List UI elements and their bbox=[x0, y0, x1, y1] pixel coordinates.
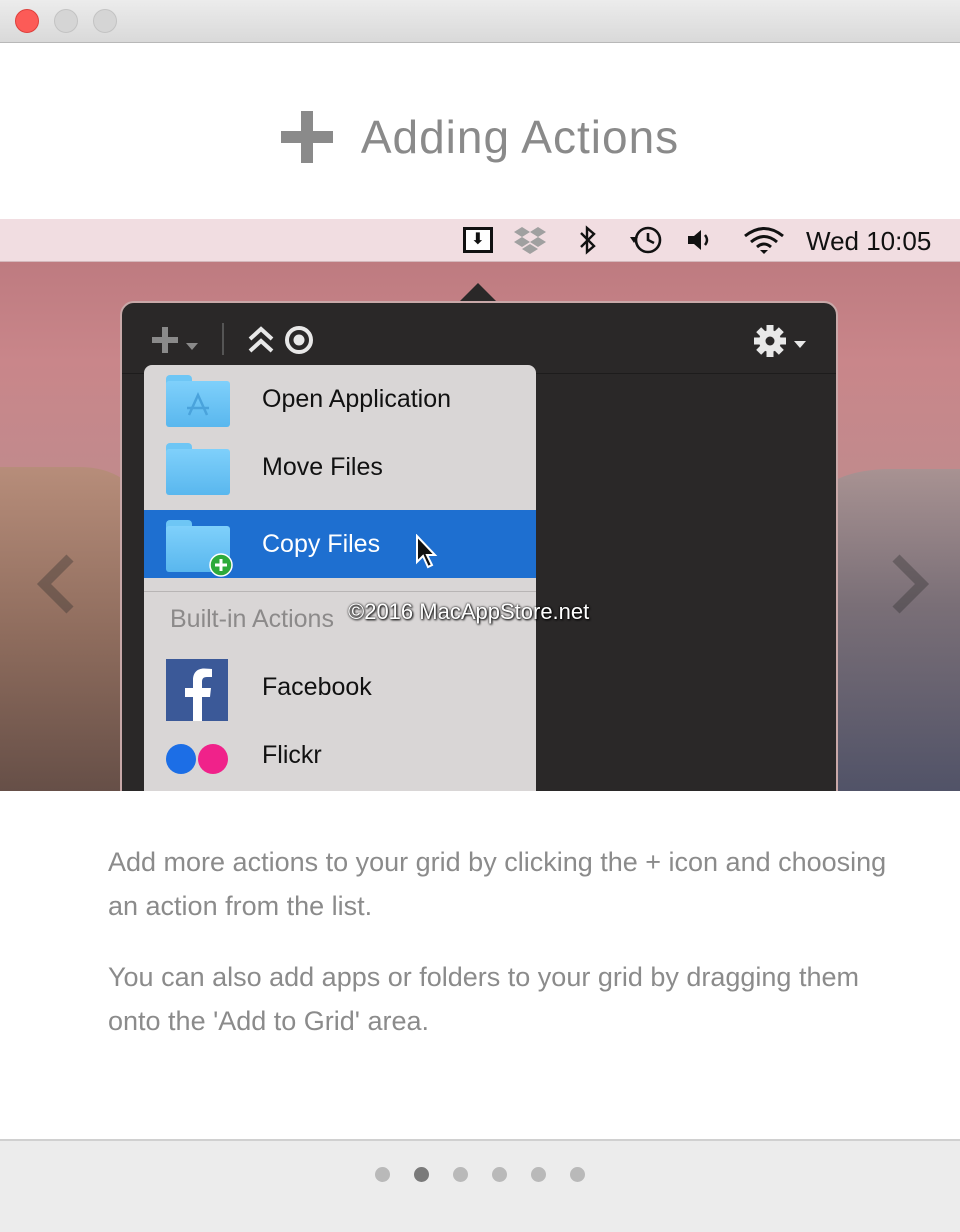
watermark: ©2016 MacAppStore.net bbox=[348, 599, 590, 624]
bluetooth-icon bbox=[570, 225, 606, 255]
previous-arrow-icon[interactable] bbox=[36, 554, 76, 614]
dropbox-icon bbox=[512, 225, 548, 255]
mac-menubar: ⬇ Wed 10:05 bbox=[0, 219, 960, 262]
app-folder-icon bbox=[166, 375, 230, 427]
description-paragraph-1: Add more actions to your grid by clickin… bbox=[108, 847, 887, 921]
toolbar-separator bbox=[222, 323, 224, 355]
plus-icon bbox=[280, 111, 333, 163]
close-button[interactable] bbox=[15, 9, 39, 33]
footer bbox=[0, 1139, 960, 1232]
menu-item-label: Open Application bbox=[262, 385, 452, 413]
menu-item-move-files[interactable]: Move Files bbox=[144, 433, 536, 501]
time-machine-icon bbox=[628, 225, 664, 255]
next-arrow-icon[interactable] bbox=[890, 554, 930, 614]
menu-item-flickr[interactable]: Flickr bbox=[144, 721, 536, 789]
page-dot-1[interactable] bbox=[375, 1167, 390, 1182]
page-dot-4[interactable] bbox=[492, 1167, 507, 1182]
wifi-icon bbox=[742, 225, 786, 255]
page-dot-3[interactable] bbox=[453, 1167, 468, 1182]
actions-menu: Open Application Move Files Copy Files B… bbox=[144, 365, 536, 791]
add-action-button[interactable] bbox=[150, 327, 210, 357]
menu-item-open-application[interactable]: Open Application bbox=[144, 365, 536, 433]
background-rock-left bbox=[0, 467, 140, 791]
menu-item-label: Copy Files bbox=[262, 530, 381, 558]
minimize-button[interactable] bbox=[54, 9, 78, 33]
background-rock-right bbox=[820, 469, 960, 791]
double-chevron-up-icon[interactable] bbox=[246, 323, 276, 357]
flickr-icon bbox=[166, 731, 230, 783]
menu-item-label: Move Files bbox=[262, 453, 383, 481]
page-heading: Adding Actions bbox=[0, 105, 960, 169]
volume-icon bbox=[682, 225, 718, 255]
download-box-icon: ⬇ bbox=[460, 225, 496, 255]
menu-separator bbox=[144, 591, 536, 592]
pagination-dots bbox=[0, 1167, 960, 1182]
menu-item-label: Facebook bbox=[262, 673, 372, 701]
zoom-button[interactable] bbox=[93, 9, 117, 33]
menu-item-copy-files[interactable]: Copy Files bbox=[144, 510, 536, 578]
gear-icon[interactable] bbox=[752, 321, 812, 361]
page-title: Adding Actions bbox=[360, 111, 680, 163]
folder-icon bbox=[166, 443, 230, 495]
page-dot-2[interactable] bbox=[414, 1167, 429, 1182]
page-dot-6[interactable] bbox=[570, 1167, 585, 1182]
menu-item-facebook[interactable]: Facebook bbox=[144, 653, 536, 721]
preview-screenshot: ⬇ Wed 10:05 Open Application Move Files … bbox=[0, 219, 960, 791]
facebook-icon bbox=[166, 659, 230, 721]
menu-item-label: Flickr bbox=[262, 741, 322, 769]
popover-toolbar bbox=[122, 303, 836, 374]
window-titlebar bbox=[0, 0, 960, 43]
folder-plus-icon bbox=[166, 520, 233, 577]
mouse-cursor-icon bbox=[416, 534, 438, 569]
page-dot-5[interactable] bbox=[531, 1167, 546, 1182]
menubar-clock: Wed 10:05 bbox=[806, 226, 932, 256]
menu-section-title: Built-in Actions bbox=[170, 605, 334, 633]
description-paragraph-2: You can also add apps or folders to your… bbox=[108, 962, 859, 1036]
record-icon[interactable] bbox=[282, 323, 316, 357]
